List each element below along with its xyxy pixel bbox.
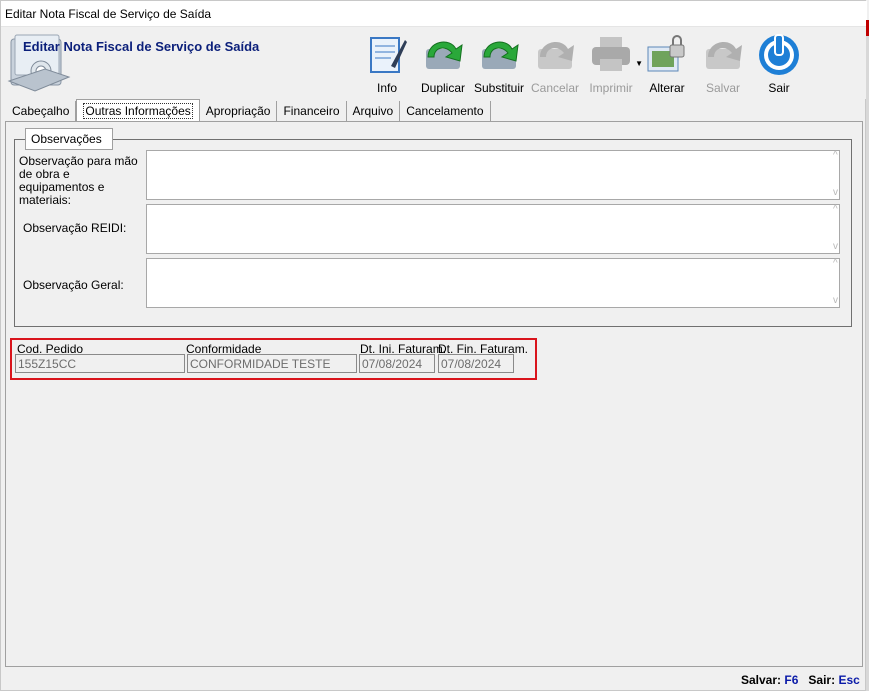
sair-label: Sair [768,81,790,95]
save-arrow-icon [700,31,746,77]
obs-mao-obra-label: Observação para mão de obra e equipament… [19,154,138,207]
duplicar-button[interactable]: Duplicar [415,31,471,97]
dt-ini-faturam-field[interactable]: 07/08/2024 [359,354,435,373]
tab-outras-informacoes-label: Outras Informações [83,103,193,119]
tab-arquivo[interactable]: Arquivo [347,101,401,121]
obs-geral-label: Observação Geral: [23,278,124,292]
header: Editar Nota Fiscal de Serviço de Saída I… [1,27,867,99]
observacoes-group-title: Observações [25,128,113,150]
title-bar: Editar Nota Fiscal de Serviço de Saída [1,1,867,27]
sair-button[interactable]: Sair [751,31,807,97]
imprimir-button[interactable]: Imprimir ▼ [583,31,643,97]
cancelar-button[interactable]: Cancelar [527,31,583,97]
scroll-up-icon[interactable]: ^ [833,204,838,215]
tab-panel-outras-informacoes: Observações Observação para mão de obra … [5,121,863,667]
page-heading: Editar Nota Fiscal de Serviço de Saída [23,39,260,54]
save-shortcut-label: Salvar: [741,673,782,687]
alterar-label: Alterar [649,81,685,95]
obs-reidi-scrollbar[interactable]: ^ v [831,204,845,254]
tab-cabecalho[interactable]: Cabeçalho [6,101,77,121]
exit-shortcut-label: Sair: [808,673,836,687]
cancel-arrow-icon [532,31,578,77]
cod-pedido-field[interactable]: 155Z15CC [15,354,185,373]
scroll-up-icon[interactable]: ^ [833,150,838,161]
obs-reidi-label: Observação REIDI: [23,221,127,235]
salvar-button[interactable]: Salvar [695,31,751,97]
salvar-label: Salvar [705,81,740,95]
save-shortcut-key: F6 [784,673,799,687]
obs-geral-memo[interactable] [146,258,840,308]
info-button[interactable]: Info [359,31,415,97]
tab-cancelamento[interactable]: Cancelamento [400,101,491,121]
highlight-box: Cod. Pedido 155Z15CC Conformidade CONFOR… [10,338,537,380]
scroll-up-icon[interactable]: ^ [833,258,838,269]
obs-mao-obra-memo[interactable] [146,150,840,200]
conformidade-field[interactable]: CONFORMIDADE TESTE [187,354,357,373]
observacoes-group: Observações Observação para mão de obra … [14,128,852,327]
exit-shortcut-key: Esc [838,673,860,687]
toolbar: Info Duplicar Substituir Cancelar Imprim… [359,31,807,97]
main-window: Editar Nota Fiscal de Serviço de Saída E… [0,0,867,691]
scroll-down-icon[interactable]: v [833,241,838,252]
tab-apropriacao[interactable]: Apropriação [200,101,278,121]
status-bar: Salvar: F6 Sair: Esc [741,673,860,687]
substituir-button[interactable]: Substituir [471,31,527,97]
tab-outras-informacoes[interactable]: Outras Informações [76,99,200,121]
obs-reidi-memo[interactable] [146,204,840,254]
duplicar-label: Duplicar [420,81,465,95]
alterar-button[interactable]: Alterar [639,31,695,97]
imprimir-label: Imprimir [589,81,633,95]
info-notepad-icon [364,31,410,77]
replace-arrow-icon [476,31,522,77]
scroll-down-icon[interactable]: v [833,187,838,198]
cancelar-label: Cancelar [530,81,580,95]
tab-strip: Cabeçalho Outras Informações Apropriação… [6,99,491,121]
power-icon [756,31,802,77]
obs-mao-obra-scrollbar[interactable]: ^ v [831,150,845,200]
scroll-down-icon[interactable]: v [833,295,838,306]
info-label: Info [376,81,397,95]
obs-geral-scrollbar[interactable]: ^ v [831,258,845,308]
dt-fin-faturam-field[interactable]: 07/08/2024 [438,354,514,373]
window-title: Editar Nota Fiscal de Serviço de Saída [5,7,212,21]
substituir-label: Substituir [473,81,525,95]
tab-financeiro[interactable]: Financeiro [277,101,347,121]
printer-icon [588,31,634,77]
duplicate-arrow-icon [420,31,466,77]
edit-lock-icon [644,31,690,77]
